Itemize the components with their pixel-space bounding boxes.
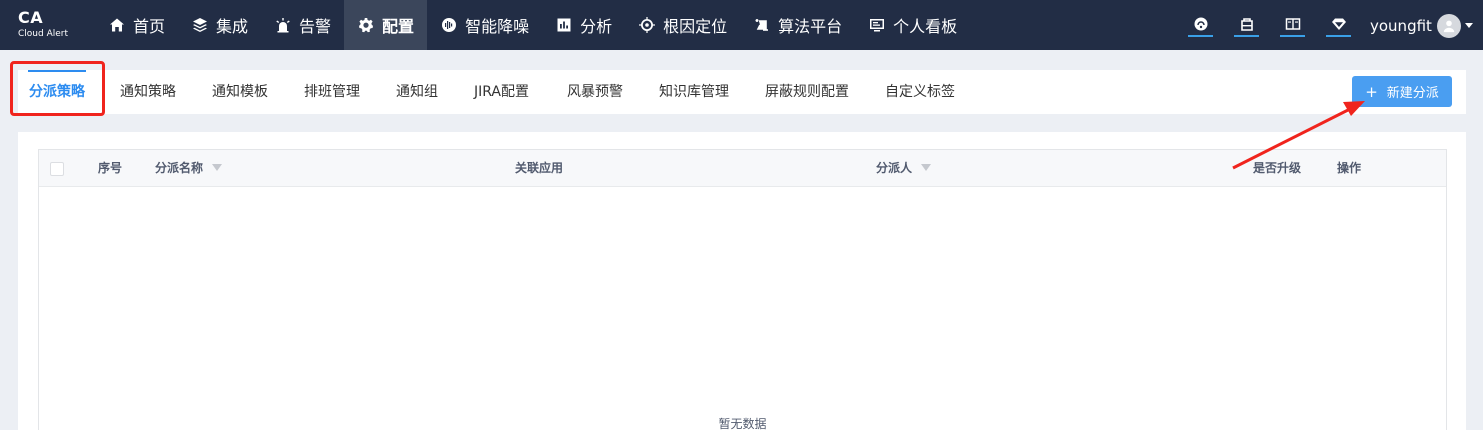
dashboard-icon bbox=[868, 16, 886, 34]
logo-subtitle: Cloud Alert bbox=[18, 29, 68, 39]
nav-item-config[interactable]: 配置 bbox=[344, 0, 428, 50]
nav-label: 集成 bbox=[216, 17, 249, 36]
support-icon[interactable] bbox=[1188, 13, 1213, 37]
home-icon bbox=[108, 16, 126, 34]
column-apps: 关联应用 bbox=[515, 161, 564, 175]
nav-label: 智能降噪 bbox=[465, 17, 530, 36]
noise-icon bbox=[440, 16, 458, 34]
avatar bbox=[1436, 13, 1461, 38]
diamond-icon[interactable] bbox=[1326, 13, 1351, 37]
config-subtabs: 分派策略 通知策略 通知模板 排班管理 通知组 JIRA配置 风暴预警 知识库管… bbox=[18, 70, 1466, 114]
plus-icon: + bbox=[1365, 82, 1378, 101]
filter-icon[interactable] bbox=[921, 164, 932, 171]
book-icon[interactable] bbox=[1280, 13, 1305, 37]
toolbar-icons bbox=[1188, 13, 1372, 37]
column-ops: 操作 bbox=[1337, 161, 1362, 175]
tab-shift-management[interactable]: 排班管理 bbox=[304, 70, 360, 114]
tab-custom-tags[interactable]: 自定义标签 bbox=[885, 70, 955, 114]
tab-jira-config[interactable]: JIRA配置 bbox=[474, 70, 529, 114]
column-name-label: 分派名称 bbox=[155, 161, 204, 175]
nav-label: 算法平台 bbox=[778, 17, 843, 36]
tab-storm-warning[interactable]: 风暴预警 bbox=[567, 70, 623, 114]
nav-item-algorithm-platform[interactable]: 算法平台 bbox=[740, 0, 855, 50]
package-icon[interactable] bbox=[1234, 13, 1259, 37]
target-icon bbox=[638, 16, 656, 34]
table-header: 序号 分派名称 关联应用 分派人 是否升级 操作 bbox=[39, 150, 1446, 187]
alarm-icon bbox=[274, 16, 292, 34]
app-logo[interactable]: CA Cloud Alert bbox=[18, 9, 68, 40]
tab-notification-group[interactable]: 通知组 bbox=[396, 70, 438, 114]
column-assignee-label: 分派人 bbox=[876, 161, 913, 175]
bar-chart-icon bbox=[555, 16, 573, 34]
tab-dispatch-policy[interactable]: 分派策略 bbox=[28, 70, 86, 114]
nav-item-analysis[interactable]: 分析 bbox=[542, 0, 625, 50]
nav-label: 分析 bbox=[580, 17, 613, 36]
select-all-checkbox[interactable] bbox=[50, 162, 64, 176]
tab-mask-rules[interactable]: 屏蔽规则配置 bbox=[765, 70, 849, 114]
layers-icon bbox=[191, 16, 209, 34]
nav-item-personal-dashboard[interactable]: 个人看板 bbox=[855, 0, 970, 50]
top-navigation-bar: CA Cloud Alert 首页 集成 告警 配置 智能降噪 分析 根因定位 … bbox=[0, 0, 1483, 50]
nav-label: 配置 bbox=[382, 17, 415, 36]
column-name[interactable]: 分派名称 bbox=[155, 150, 223, 187]
nav-item-root-cause[interactable]: 根因定位 bbox=[625, 0, 740, 50]
nav-label: 首页 bbox=[133, 17, 166, 36]
column-index: 序号 bbox=[98, 161, 123, 175]
nav-label: 根因定位 bbox=[663, 17, 728, 36]
tab-knowledge-base[interactable]: 知识库管理 bbox=[659, 70, 729, 114]
username: youngfit bbox=[1370, 16, 1432, 35]
nav-label: 个人看板 bbox=[893, 17, 958, 36]
nav-item-home[interactable]: 首页 bbox=[95, 0, 178, 50]
filter-icon[interactable] bbox=[212, 164, 223, 171]
chevron-down-icon bbox=[1464, 23, 1473, 28]
column-escalate: 是否升级 bbox=[1253, 161, 1302, 175]
tab-notification-template[interactable]: 通知模板 bbox=[212, 70, 268, 114]
tab-notification-policy[interactable]: 通知策略 bbox=[120, 70, 176, 114]
nav-item-noise-reduction[interactable]: 智能降噪 bbox=[427, 0, 542, 50]
main-nav: 首页 集成 告警 配置 智能降噪 分析 根因定位 算法平台 个人看板 bbox=[95, 0, 970, 50]
user-menu[interactable]: youngfit bbox=[1370, 13, 1473, 38]
dispatch-table: 序号 分派名称 关联应用 分派人 是否升级 操作 暂无数据 bbox=[38, 149, 1447, 430]
gear-icon bbox=[357, 16, 375, 34]
new-dispatch-label: 新建分派 bbox=[1386, 86, 1439, 101]
new-dispatch-button[interactable]: + 新建分派 bbox=[1352, 76, 1452, 107]
logo-text: CA bbox=[18, 8, 44, 27]
algorithm-icon bbox=[753, 16, 771, 34]
nav-label: 告警 bbox=[299, 17, 332, 36]
nav-item-alerts[interactable]: 告警 bbox=[261, 0, 344, 50]
column-assignee[interactable]: 分派人 bbox=[876, 150, 932, 187]
empty-state-text: 暂无数据 bbox=[718, 417, 767, 430]
nav-item-integration[interactable]: 集成 bbox=[178, 0, 261, 50]
